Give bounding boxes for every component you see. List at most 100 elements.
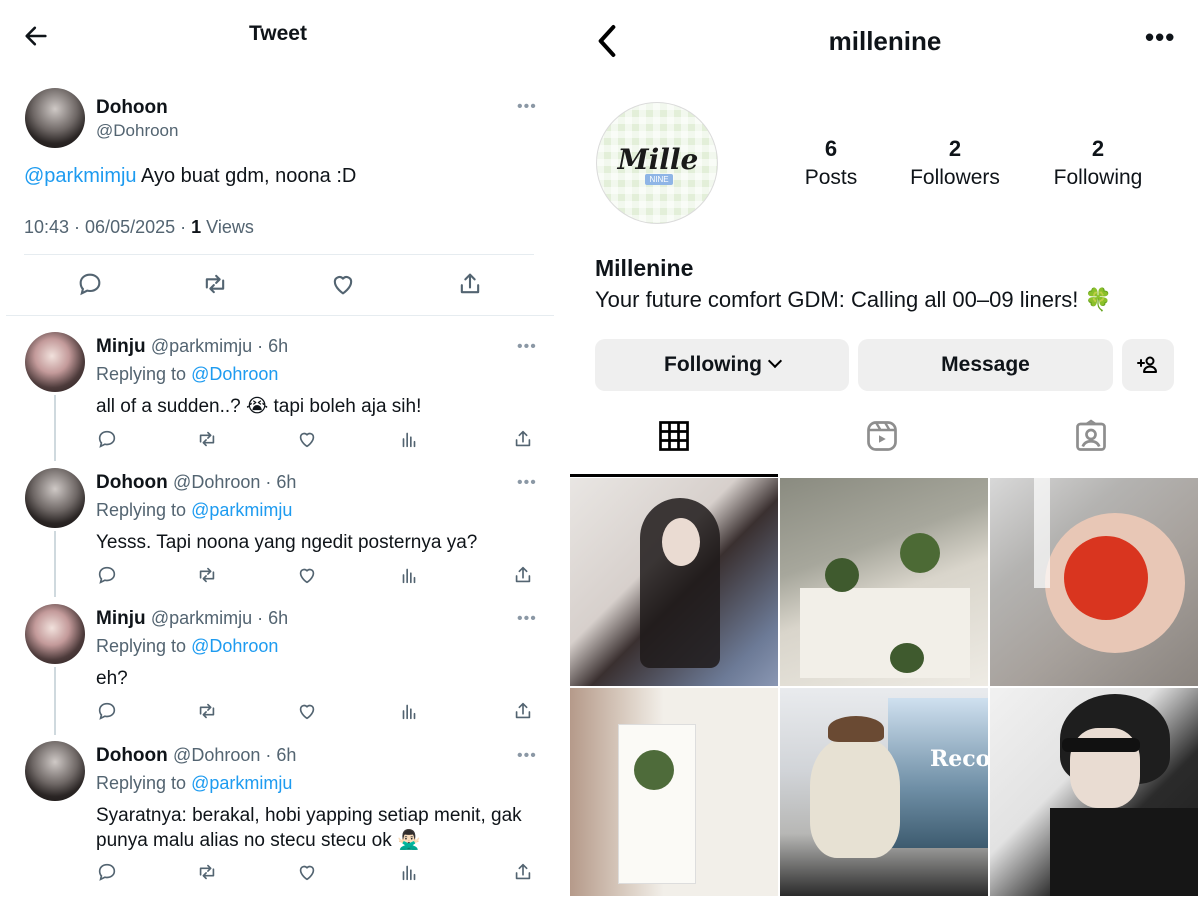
reply-actions bbox=[96, 564, 546, 588]
reply-tweet: Minju @parkmimju · 6h ••• Replying to @D… bbox=[0, 332, 556, 468]
author-name[interactable]: Dohoon bbox=[96, 745, 168, 766]
add-person-button[interactable] bbox=[1122, 339, 1174, 391]
divider bbox=[24, 254, 534, 255]
author-name[interactable]: Dohoon bbox=[96, 97, 168, 119]
post-thumbnail[interactable] bbox=[780, 478, 988, 686]
share-icon[interactable] bbox=[512, 428, 534, 450]
reply-icon[interactable] bbox=[96, 564, 118, 586]
like-icon[interactable] bbox=[296, 428, 318, 450]
stat-following[interactable]: 2 Following bbox=[1048, 136, 1148, 190]
mention-link[interactable]: @Dohroon bbox=[191, 636, 278, 656]
stat-followers[interactable]: 2 Followers bbox=[905, 136, 1005, 190]
share-icon[interactable] bbox=[512, 564, 534, 586]
reply-text: Syaratnya: berakal, hobi yapping setiap … bbox=[96, 803, 522, 853]
mention-link[interactable]: @parkmimju bbox=[24, 165, 137, 187]
author-handle[interactable]: @Dohroon · 6h bbox=[173, 745, 296, 765]
replying-to: Replying to @parkmimju bbox=[96, 500, 292, 521]
mention-link[interactable]: @parkmimju bbox=[191, 500, 292, 520]
reply-author: Minju @parkmimju · 6h bbox=[96, 608, 288, 630]
share-icon[interactable] bbox=[512, 700, 534, 722]
stat-value: 2 bbox=[1091, 136, 1105, 161]
reply-icon[interactable] bbox=[96, 861, 118, 883]
avatar[interactable] bbox=[25, 604, 85, 664]
message-button[interactable]: Message bbox=[858, 339, 1113, 391]
reply-icon[interactable] bbox=[76, 270, 104, 298]
share-icon[interactable] bbox=[456, 270, 484, 298]
share-icon[interactable] bbox=[512, 861, 534, 883]
reply-text: eh? bbox=[96, 668, 128, 689]
mention-link[interactable]: @Dohroon bbox=[191, 364, 278, 384]
reply-author: Dohoon @Dohroon · 6h bbox=[96, 745, 296, 767]
analytics-icon[interactable] bbox=[398, 700, 420, 722]
retweet-icon[interactable] bbox=[196, 428, 218, 450]
following-button[interactable]: Following bbox=[595, 339, 849, 391]
avatar[interactable] bbox=[25, 332, 85, 392]
more-icon[interactable]: ••• bbox=[517, 747, 537, 765]
profile-bio: Your future comfort GDM: Calling all 00–… bbox=[595, 287, 1112, 312]
retweet-icon[interactable] bbox=[196, 564, 218, 586]
reels-icon[interactable] bbox=[864, 418, 900, 454]
author-name[interactable]: Minju bbox=[96, 608, 146, 629]
divider bbox=[6, 315, 554, 316]
tweet-actions bbox=[60, 270, 520, 300]
photo-water bbox=[1034, 478, 1050, 588]
tagged-icon[interactable] bbox=[1073, 418, 1109, 454]
profile-display-name: Millenine bbox=[595, 255, 694, 281]
post-thumbnail[interactable] bbox=[990, 688, 1198, 896]
like-icon[interactable] bbox=[296, 700, 318, 722]
logo-subtext: NINE bbox=[645, 174, 673, 185]
reply-icon[interactable] bbox=[96, 700, 118, 722]
post-thumbnail[interactable]: Reco bbox=[780, 688, 988, 896]
avatar[interactable] bbox=[25, 468, 85, 528]
replying-label: Replying to bbox=[96, 364, 192, 384]
more-icon[interactable]: ••• bbox=[1145, 22, 1175, 53]
author-handle[interactable]: @parkmimju · 6h bbox=[151, 336, 288, 356]
photo-clover bbox=[890, 643, 924, 673]
more-icon[interactable]: ••• bbox=[517, 474, 537, 492]
replying-to: Replying to @Dohroon bbox=[96, 364, 278, 385]
retweet-icon[interactable] bbox=[196, 700, 218, 722]
reply-icon[interactable] bbox=[96, 428, 118, 450]
avatar[interactable] bbox=[25, 741, 85, 801]
more-icon[interactable]: ••• bbox=[517, 610, 537, 628]
tweet-meta: 10:43 · 06/05/2025 · 1 Views bbox=[24, 217, 254, 238]
reply-actions bbox=[96, 700, 546, 724]
reply-text: Yesss. Tapi noona yang ngedit posternya … bbox=[96, 532, 478, 553]
reply-actions bbox=[96, 428, 546, 452]
active-tab-indicator bbox=[570, 474, 778, 477]
author-handle[interactable]: @parkmimju · 6h bbox=[151, 608, 288, 628]
photo-screen bbox=[888, 698, 988, 848]
replying-to: Replying to @Dohroon bbox=[96, 636, 278, 657]
profile-avatar[interactable]: Mille NINE bbox=[596, 102, 718, 224]
grid-icon[interactable] bbox=[656, 418, 692, 454]
like-icon[interactable] bbox=[296, 564, 318, 586]
author-handle[interactable]: @Dohroon bbox=[96, 121, 178, 141]
views-count: 1 bbox=[191, 217, 202, 237]
profile-screen: millenine ••• Mille NINE 6 Posts 2 Follo… bbox=[570, 0, 1200, 899]
chevron-down-icon bbox=[767, 353, 783, 369]
post-thumbnail[interactable] bbox=[570, 478, 778, 686]
like-icon[interactable] bbox=[296, 861, 318, 883]
photo-clover bbox=[634, 750, 674, 790]
stat-posts[interactable]: 6 Posts bbox=[796, 136, 866, 190]
author-handle[interactable]: @Dohroon · 6h bbox=[173, 472, 296, 492]
analytics-icon[interactable] bbox=[398, 428, 420, 450]
author-name[interactable]: Dohoon bbox=[96, 472, 168, 493]
retweet-icon[interactable] bbox=[201, 270, 229, 298]
analytics-icon[interactable] bbox=[398, 861, 420, 883]
post-thumbnail[interactable] bbox=[570, 688, 778, 896]
mention-link[interactable]: @parkmimju bbox=[191, 773, 292, 793]
message-button-label: Message bbox=[941, 353, 1030, 376]
retweet-icon[interactable] bbox=[196, 861, 218, 883]
author-name[interactable]: Minju bbox=[96, 336, 146, 357]
stat-label: Followers bbox=[910, 166, 1000, 189]
avatar[interactable] bbox=[25, 88, 85, 148]
analytics-icon[interactable] bbox=[398, 564, 420, 586]
tweet-body: Ayo buat gdm, noona :D bbox=[136, 165, 357, 187]
views-label: Views bbox=[201, 217, 254, 237]
more-icon[interactable]: ••• bbox=[517, 98, 537, 116]
more-icon[interactable]: ••• bbox=[517, 338, 537, 356]
post-thumbnail[interactable] bbox=[990, 478, 1198, 686]
following-button-label: Following bbox=[664, 353, 762, 376]
like-icon[interactable] bbox=[329, 270, 357, 298]
